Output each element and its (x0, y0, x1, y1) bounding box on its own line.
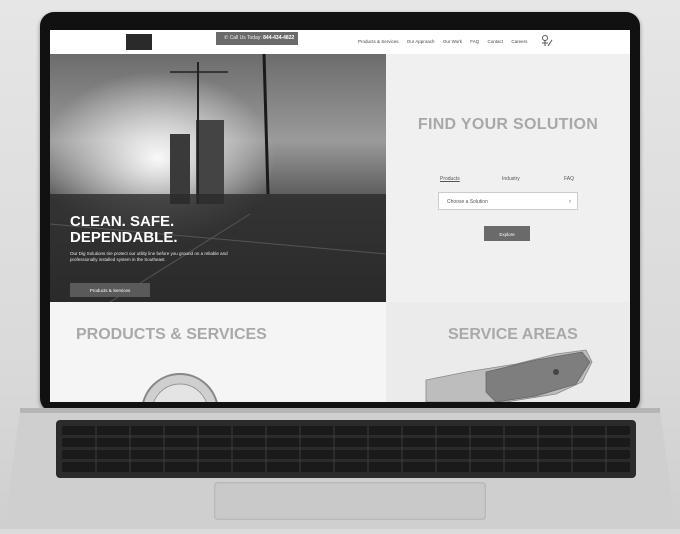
laptop-screen: ✆ Call Us Today: 844-434-4822 Products &… (50, 30, 630, 402)
hero-text: CLEAN. SAFE. DEPENDABLE. Our Dig Solutio… (70, 214, 250, 263)
nav-link-products[interactable]: Products & Services (358, 39, 399, 44)
site-header: ✆ Call Us Today: 844-434-4822 Products &… (50, 30, 630, 55)
find-solution-title: FIND YOUR SOLUTION (417, 116, 599, 133)
keyboard (56, 420, 636, 478)
nav-link-faq[interactable]: FAQ (470, 39, 479, 44)
service-areas-section: SERVICE AREAS (386, 302, 630, 402)
nav-link-approach[interactable]: Our Approach (407, 39, 435, 44)
find-solution-panel: FIND YOUR SOLUTION Products Industry FAQ… (386, 54, 630, 302)
hero-image (50, 54, 386, 302)
phone-label: Call Us Today (229, 35, 261, 41)
map-pin-icon (553, 369, 559, 375)
solution-select-value: Choose a Solution (447, 199, 488, 205)
nav-link-contact[interactable]: Contact (488, 39, 504, 44)
phone-icon: ✆ (224, 35, 229, 41)
tab-industry[interactable]: Industry (502, 176, 520, 182)
site-logo[interactable] (126, 34, 152, 50)
tab-faq[interactable]: FAQ (564, 176, 574, 182)
hero-subtitle: Our Dig Solutions tire protect our utili… (70, 251, 228, 262)
nav-link-careers[interactable]: Careers (511, 39, 527, 44)
trackpad (214, 482, 486, 520)
service-area-map (425, 349, 593, 402)
utility-icon[interactable] (540, 34, 554, 48)
hero-products-button[interactable]: Products & Services (70, 283, 150, 297)
main-nav: Products & Services Our Approach Our Wor… (358, 39, 534, 44)
hero-section: CLEAN. SAFE. DEPENDABLE. Our Dig Solutio… (50, 54, 386, 302)
solution-select[interactable]: Choose a Solution › (438, 192, 578, 210)
products-services-section: PRODUCTS & SERVICES (50, 302, 386, 402)
phone-number[interactable]: 844-434-4822 (263, 35, 294, 41)
tab-products[interactable]: Products (440, 176, 460, 182)
product-image (142, 373, 218, 402)
explore-button[interactable]: Explore (484, 226, 530, 241)
phone-bar[interactable]: ✆ Call Us Today: 844-434-4822 (216, 32, 298, 45)
chevron-down-icon: › (569, 199, 571, 205)
nav-link-work[interactable]: Our Work (443, 39, 462, 44)
hero-title: CLEAN. SAFE. DEPENDABLE. (70, 213, 178, 246)
keyboard-keys (62, 426, 630, 472)
